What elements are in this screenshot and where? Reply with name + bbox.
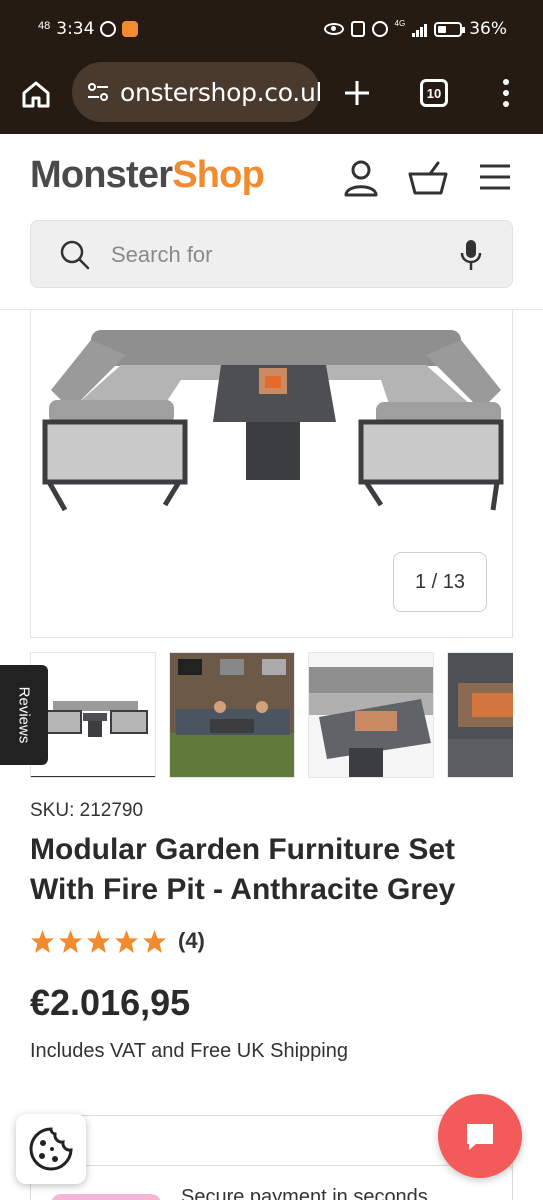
signal-icon [412, 21, 428, 37]
star-icon [59, 929, 82, 953]
reviews-tab-label: Reviews [15, 686, 33, 744]
rating-count[interactable]: (4) [178, 928, 205, 954]
search-icon[interactable] [59, 239, 91, 271]
star-icon [87, 929, 110, 953]
thumbnail-1-image [44, 701, 148, 737]
product-price: €2.016,95 [30, 982, 191, 1023]
product-photo-sofa-set [42, 330, 504, 512]
vat-shipping-note: Includes VAT and Free UK Shipping [30, 1040, 348, 1062]
thumbnail-4-image [448, 653, 513, 777]
browser-toolbar: onstershop.co.uk 10 [0, 58, 543, 134]
search-input[interactable] [111, 235, 441, 275]
thumbnail-active-indicator [31, 776, 155, 777]
notification-app-icon [122, 21, 139, 37]
hamburger-icon[interactable] [478, 162, 512, 192]
thumbnail-4[interactable] [447, 652, 513, 778]
network-type-label: 4G [394, 18, 406, 28]
battery-percent: 36% [469, 19, 507, 39]
reviews-tab[interactable]: Reviews [0, 665, 48, 765]
status-bar: 48 3:34 4G 36% [0, 0, 543, 58]
logo-part-monster: Monster [30, 154, 173, 196]
search-bar[interactable] [30, 220, 513, 288]
address-bar[interactable]: onstershop.co.uk [72, 62, 320, 122]
status-right: 4G 36% [323, 18, 507, 39]
site-settings-icon[interactable] [86, 80, 110, 104]
plus-icon[interactable] [340, 76, 374, 110]
product-sku: SKU: 212790 [30, 800, 144, 821]
star-icon [143, 929, 166, 953]
chat-button[interactable] [438, 1094, 522, 1178]
home-icon[interactable] [20, 78, 52, 110]
thumbnail-2[interactable] [169, 652, 295, 778]
thumbnail-3[interactable] [308, 652, 434, 778]
thumbnail-2-image [170, 653, 294, 777]
url-text: onstershop.co.uk [120, 77, 320, 107]
tabs-icon[interactable]: 10 [420, 79, 448, 107]
cookie-settings-button[interactable] [16, 1114, 86, 1184]
thumbnail-strip [30, 652, 513, 780]
basket-icon[interactable] [408, 160, 448, 196]
thumbnail-3-image [309, 653, 433, 777]
site-header: MonsterShop [0, 134, 543, 310]
product-image-main[interactable]: 1 / 13 [30, 310, 513, 638]
image-counter: 1 / 13 [393, 552, 487, 612]
product-title: Modular Garden Furniture Set With Fire P… [30, 833, 456, 906]
nfc-icon [350, 21, 365, 37]
status-left: 48 3:34 [38, 19, 139, 39]
rating-stars[interactable]: (4) [30, 928, 205, 954]
whatsapp-icon [100, 21, 117, 37]
logo-part-shop: Shop [172, 154, 265, 196]
chat-icon [467, 1124, 493, 1150]
secure-payment-box: Secure payment in seconds [30, 1165, 513, 1200]
secure-payment-text: Secure payment in seconds [181, 1186, 428, 1200]
alarm-icon [371, 21, 388, 37]
battery-icon [434, 21, 466, 37]
user-icon[interactable] [342, 158, 380, 198]
more-icon[interactable] [494, 76, 518, 110]
klarna-badge [51, 1194, 161, 1200]
mic-icon[interactable] [459, 238, 483, 272]
status-time: 3:34 [56, 19, 95, 39]
monstershop-logo[interactable]: MonsterShop [30, 154, 265, 197]
star-icon [115, 929, 138, 953]
cookie-icon [29, 1127, 73, 1171]
status-small-label: 48 [38, 20, 51, 32]
eye-comfort-icon [323, 23, 344, 35]
star-icon [31, 929, 54, 953]
thumbnail-1[interactable] [30, 652, 156, 778]
